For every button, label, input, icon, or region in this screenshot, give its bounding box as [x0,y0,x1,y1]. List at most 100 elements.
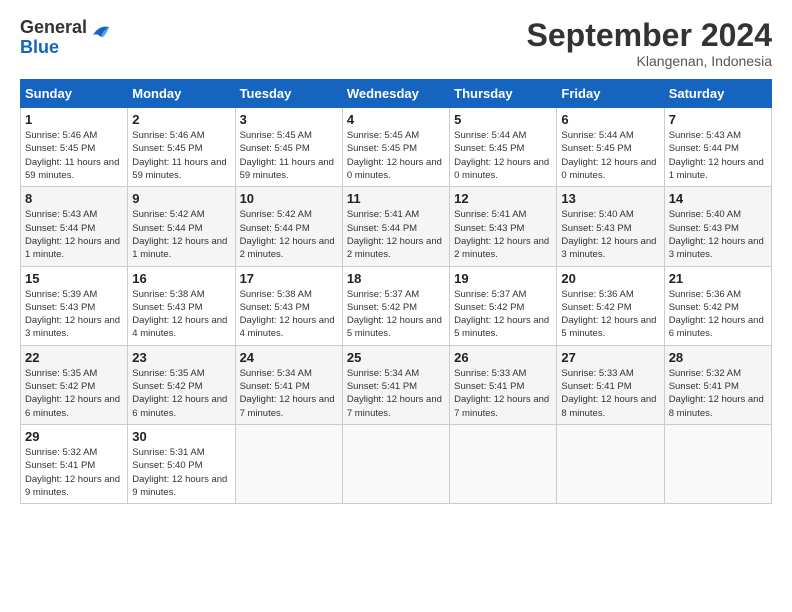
day-number: 15 [25,271,123,286]
logo-bird-icon [89,21,111,43]
calendar-week-row: 15 Sunrise: 5:39 AM Sunset: 5:43 PM Dayl… [21,266,772,345]
day-info: Sunrise: 5:37 AM Sunset: 5:42 PM Dayligh… [454,288,552,341]
day-info: Sunrise: 5:38 AM Sunset: 5:43 PM Dayligh… [240,288,338,341]
day-info: Sunrise: 5:31 AM Sunset: 5:40 PM Dayligh… [132,446,230,499]
day-info: Sunrise: 5:35 AM Sunset: 5:42 PM Dayligh… [25,367,123,420]
day-number: 27 [561,350,659,365]
calendar-day-header: Sunday [21,80,128,108]
calendar-cell [450,424,557,503]
calendar-cell: 2 Sunrise: 5:46 AM Sunset: 5:45 PM Dayli… [128,108,235,187]
calendar-cell: 23 Sunrise: 5:35 AM Sunset: 5:42 PM Dayl… [128,345,235,424]
calendar-cell [342,424,449,503]
day-number: 6 [561,112,659,127]
calendar-cell: 28 Sunrise: 5:32 AM Sunset: 5:41 PM Dayl… [664,345,771,424]
day-info: Sunrise: 5:41 AM Sunset: 5:44 PM Dayligh… [347,208,445,261]
day-info: Sunrise: 5:42 AM Sunset: 5:44 PM Dayligh… [132,208,230,261]
calendar-week-row: 22 Sunrise: 5:35 AM Sunset: 5:42 PM Dayl… [21,345,772,424]
day-number: 19 [454,271,552,286]
day-info: Sunrise: 5:32 AM Sunset: 5:41 PM Dayligh… [669,367,767,420]
calendar-cell: 30 Sunrise: 5:31 AM Sunset: 5:40 PM Dayl… [128,424,235,503]
day-info: Sunrise: 5:44 AM Sunset: 5:45 PM Dayligh… [454,129,552,182]
calendar-day-header: Saturday [664,80,771,108]
day-number: 16 [132,271,230,286]
day-info: Sunrise: 5:34 AM Sunset: 5:41 PM Dayligh… [347,367,445,420]
day-info: Sunrise: 5:40 AM Sunset: 5:43 PM Dayligh… [669,208,767,261]
day-info: Sunrise: 5:41 AM Sunset: 5:43 PM Dayligh… [454,208,552,261]
calendar-cell: 1 Sunrise: 5:46 AM Sunset: 5:45 PM Dayli… [21,108,128,187]
day-info: Sunrise: 5:44 AM Sunset: 5:45 PM Dayligh… [561,129,659,182]
calendar-day-header: Monday [128,80,235,108]
day-number: 20 [561,271,659,286]
month-title: September 2024 [527,18,772,53]
calendar-day-header: Friday [557,80,664,108]
day-number: 1 [25,112,123,127]
day-info: Sunrise: 5:45 AM Sunset: 5:45 PM Dayligh… [240,129,338,182]
calendar-cell: 19 Sunrise: 5:37 AM Sunset: 5:42 PM Dayl… [450,266,557,345]
logo: General Blue [20,18,111,58]
day-number: 18 [347,271,445,286]
calendar-cell [664,424,771,503]
calendar-cell: 22 Sunrise: 5:35 AM Sunset: 5:42 PM Dayl… [21,345,128,424]
day-number: 21 [669,271,767,286]
day-number: 4 [347,112,445,127]
header: General Blue September 2024 Klangenan, I… [20,18,772,69]
day-info: Sunrise: 5:36 AM Sunset: 5:42 PM Dayligh… [561,288,659,341]
calendar-cell: 20 Sunrise: 5:36 AM Sunset: 5:42 PM Dayl… [557,266,664,345]
day-number: 30 [132,429,230,444]
calendar-cell: 29 Sunrise: 5:32 AM Sunset: 5:41 PM Dayl… [21,424,128,503]
calendar-cell: 11 Sunrise: 5:41 AM Sunset: 5:44 PM Dayl… [342,187,449,266]
day-info: Sunrise: 5:45 AM Sunset: 5:45 PM Dayligh… [347,129,445,182]
calendar-cell: 9 Sunrise: 5:42 AM Sunset: 5:44 PM Dayli… [128,187,235,266]
calendar-cell: 15 Sunrise: 5:39 AM Sunset: 5:43 PM Dayl… [21,266,128,345]
day-info: Sunrise: 5:33 AM Sunset: 5:41 PM Dayligh… [454,367,552,420]
day-info: Sunrise: 5:32 AM Sunset: 5:41 PM Dayligh… [25,446,123,499]
day-number: 5 [454,112,552,127]
day-info: Sunrise: 5:34 AM Sunset: 5:41 PM Dayligh… [240,367,338,420]
calendar-cell: 6 Sunrise: 5:44 AM Sunset: 5:45 PM Dayli… [557,108,664,187]
calendar-cell: 13 Sunrise: 5:40 AM Sunset: 5:43 PM Dayl… [557,187,664,266]
day-info: Sunrise: 5:46 AM Sunset: 5:45 PM Dayligh… [25,129,123,182]
calendar-cell [235,424,342,503]
day-number: 7 [669,112,767,127]
calendar-body: 1 Sunrise: 5:46 AM Sunset: 5:45 PM Dayli… [21,108,772,504]
day-number: 10 [240,191,338,206]
calendar-cell: 25 Sunrise: 5:34 AM Sunset: 5:41 PM Dayl… [342,345,449,424]
day-info: Sunrise: 5:42 AM Sunset: 5:44 PM Dayligh… [240,208,338,261]
day-info: Sunrise: 5:35 AM Sunset: 5:42 PM Dayligh… [132,367,230,420]
day-info: Sunrise: 5:43 AM Sunset: 5:44 PM Dayligh… [669,129,767,182]
calendar-cell: 3 Sunrise: 5:45 AM Sunset: 5:45 PM Dayli… [235,108,342,187]
day-number: 28 [669,350,767,365]
day-info: Sunrise: 5:33 AM Sunset: 5:41 PM Dayligh… [561,367,659,420]
calendar-week-row: 29 Sunrise: 5:32 AM Sunset: 5:41 PM Dayl… [21,424,772,503]
day-info: Sunrise: 5:39 AM Sunset: 5:43 PM Dayligh… [25,288,123,341]
calendar-cell: 14 Sunrise: 5:40 AM Sunset: 5:43 PM Dayl… [664,187,771,266]
location: Klangenan, Indonesia [527,53,772,69]
calendar-cell: 24 Sunrise: 5:34 AM Sunset: 5:41 PM Dayl… [235,345,342,424]
day-number: 17 [240,271,338,286]
day-number: 29 [25,429,123,444]
day-number: 22 [25,350,123,365]
calendar-cell: 7 Sunrise: 5:43 AM Sunset: 5:44 PM Dayli… [664,108,771,187]
calendar-cell: 16 Sunrise: 5:38 AM Sunset: 5:43 PM Dayl… [128,266,235,345]
calendar-cell: 8 Sunrise: 5:43 AM Sunset: 5:44 PM Dayli… [21,187,128,266]
logo-blue: Blue [20,38,87,58]
calendar-cell: 4 Sunrise: 5:45 AM Sunset: 5:45 PM Dayli… [342,108,449,187]
calendar-week-row: 8 Sunrise: 5:43 AM Sunset: 5:44 PM Dayli… [21,187,772,266]
calendar-cell [557,424,664,503]
title-block: September 2024 Klangenan, Indonesia [527,18,772,69]
day-number: 9 [132,191,230,206]
day-number: 8 [25,191,123,206]
day-number: 24 [240,350,338,365]
day-number: 12 [454,191,552,206]
calendar-header-row: SundayMondayTuesdayWednesdayThursdayFrid… [21,80,772,108]
day-number: 11 [347,191,445,206]
day-info: Sunrise: 5:36 AM Sunset: 5:42 PM Dayligh… [669,288,767,341]
calendar-day-header: Thursday [450,80,557,108]
day-number: 3 [240,112,338,127]
calendar-cell: 27 Sunrise: 5:33 AM Sunset: 5:41 PM Dayl… [557,345,664,424]
calendar-cell: 12 Sunrise: 5:41 AM Sunset: 5:43 PM Dayl… [450,187,557,266]
day-info: Sunrise: 5:40 AM Sunset: 5:43 PM Dayligh… [561,208,659,261]
calendar-cell: 5 Sunrise: 5:44 AM Sunset: 5:45 PM Dayli… [450,108,557,187]
day-number: 23 [132,350,230,365]
calendar-day-header: Wednesday [342,80,449,108]
